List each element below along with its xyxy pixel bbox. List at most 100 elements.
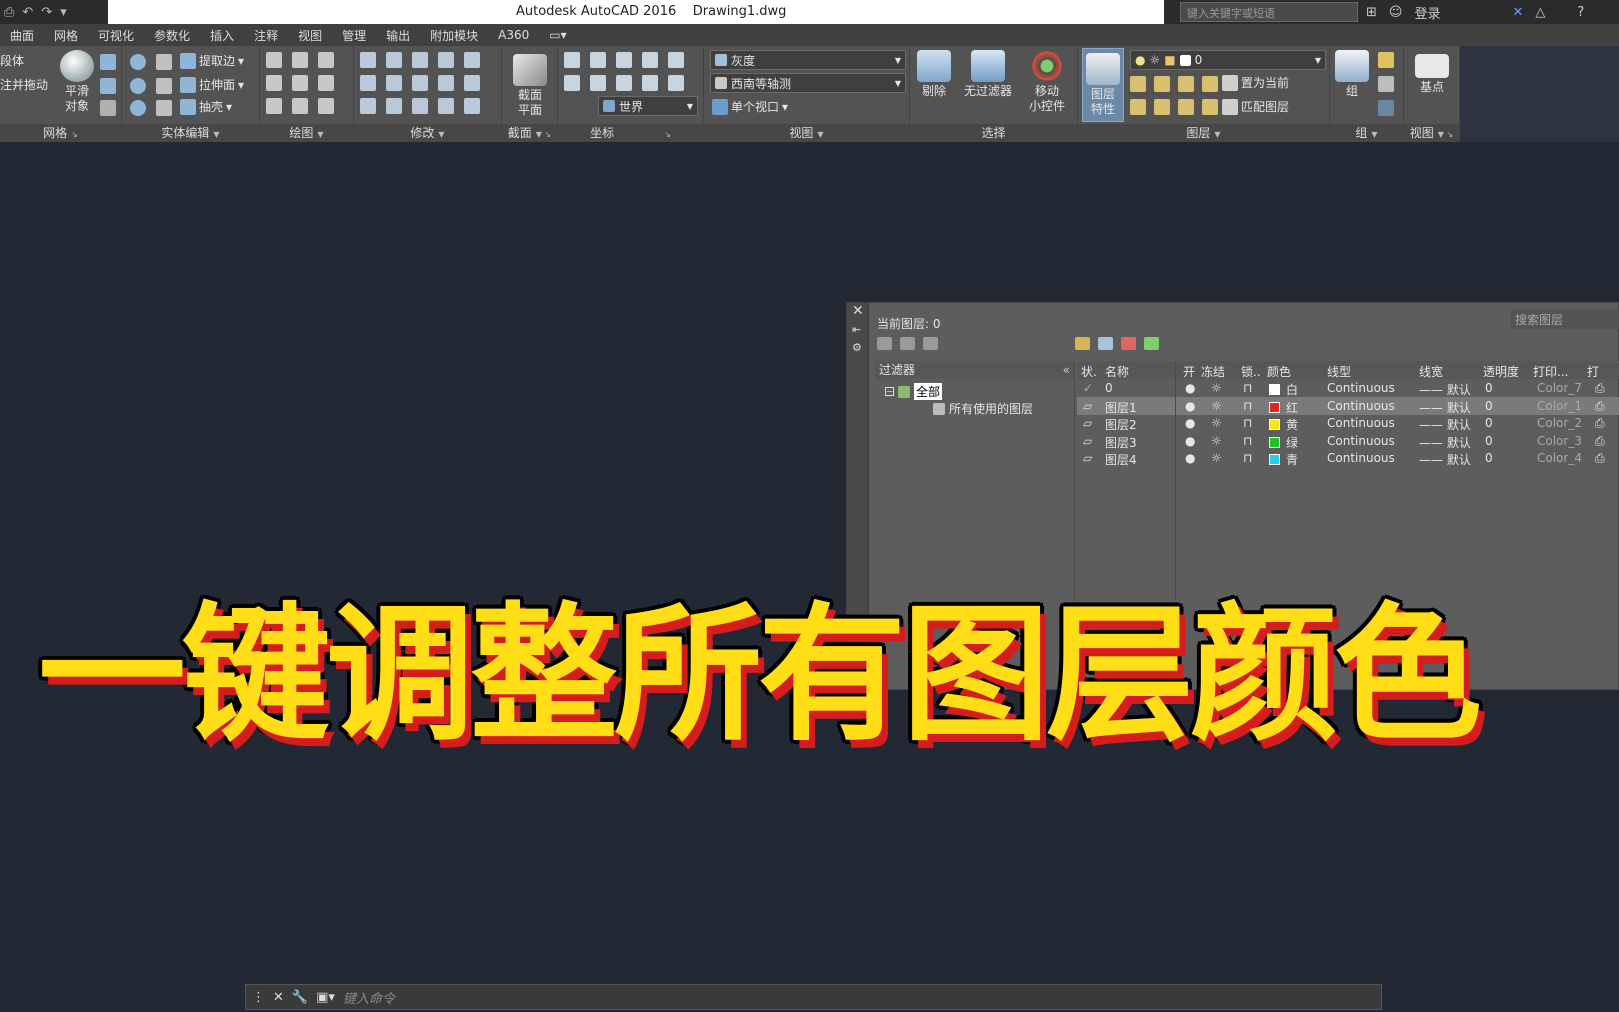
unlock-icon[interactable]: ⊓ xyxy=(1243,399,1252,413)
column-header[interactable]: 名称 xyxy=(1105,363,1129,380)
sun-icon[interactable]: ☼ xyxy=(1211,416,1222,430)
union-icon[interactable] xyxy=(130,54,146,70)
column-header[interactable]: 线型 xyxy=(1327,363,1351,380)
panel-title-view-base[interactable]: 视图 ▼ ↘ xyxy=(1404,124,1459,142)
refine-mesh-icon[interactable] xyxy=(100,100,116,116)
group-select-icon[interactable] xyxy=(1378,100,1394,116)
move-gizmo-button[interactable]: 移动 小控件 xyxy=(1022,50,1072,114)
dropdown-icon[interactable]: ▼ xyxy=(438,130,444,139)
layer-name[interactable]: 图层4 xyxy=(1105,451,1137,468)
smooth-object-button[interactable]: 平滑 对象 xyxy=(58,50,96,114)
section-plane-button[interactable]: 截面 平面 xyxy=(510,54,550,118)
layer-color[interactable]: 白 xyxy=(1269,381,1298,398)
autohide-icon[interactable]: ⇤ xyxy=(852,323,861,336)
layer-color[interactable]: 青 xyxy=(1269,451,1298,468)
layer-name[interactable]: 图层3 xyxy=(1105,434,1137,451)
layer-properties-button[interactable]: 图层 特性 xyxy=(1082,48,1124,122)
dropdown-icon[interactable]: ▼ xyxy=(1371,130,1377,139)
layer-lineweight[interactable]: —— 默认 xyxy=(1419,451,1471,468)
no-filter-button[interactable]: 无过滤器 xyxy=(960,50,1016,99)
close-icon[interactable]: ✕ xyxy=(273,990,284,1005)
panel-title-view[interactable]: 视图 ▼ xyxy=(704,124,909,142)
intersect-icon[interactable] xyxy=(130,100,146,116)
match-layer-button[interactable]: 匹配图层 xyxy=(1222,98,1289,115)
layer-tool-icon[interactable] xyxy=(1154,76,1170,92)
sun-icon[interactable]: ☼ xyxy=(1211,451,1222,465)
layer-lineweight[interactable]: —— 默认 xyxy=(1419,434,1471,451)
layer-lineweight[interactable]: —— 默认 xyxy=(1419,399,1471,416)
modify-tool-icon[interactable] xyxy=(412,98,428,114)
draw-tool-icon[interactable] xyxy=(292,98,308,114)
ribbon-tab[interactable]: 参数化 xyxy=(144,27,200,44)
draw-tool-icon[interactable] xyxy=(266,52,282,68)
panel-title-section[interactable]: 截面 ▼ ↘ xyxy=(502,124,557,142)
column-header[interactable]: 透明度 xyxy=(1483,363,1519,380)
ucs-tool-icon[interactable] xyxy=(590,75,606,91)
ribbon-tab[interactable]: 输出 xyxy=(376,27,420,44)
help-search-input[interactable]: 键入关键字或短语 xyxy=(1180,2,1358,22)
layer-tool-icon[interactable] xyxy=(1130,76,1146,92)
layer-row[interactable]: ▱ 图层3 ● ☼ ⊓ 绿 Continuous —— 默认 0 Color_3 ⎙ xyxy=(1077,432,1619,450)
column-header[interactable]: 颜色 xyxy=(1267,363,1291,380)
modify-tool-icon[interactable] xyxy=(386,75,402,91)
modify-tool-icon[interactable] xyxy=(438,75,454,91)
column-header[interactable]: 冻结 xyxy=(1201,363,1225,380)
delete-layer-icon[interactable] xyxy=(1121,337,1136,350)
qat-menu-icon[interactable]: ▾ xyxy=(60,5,67,20)
bulb-on-icon[interactable]: ● xyxy=(1185,416,1195,430)
base-point-button[interactable]: 基点 xyxy=(1410,54,1454,95)
a360-icon[interactable]: △ xyxy=(1535,5,1545,20)
unlock-icon[interactable]: ⊓ xyxy=(1243,381,1252,395)
modify-tool-icon[interactable] xyxy=(360,75,376,91)
command-prompt-icon[interactable]: ▣▾ xyxy=(316,990,335,1005)
layer-lineweight[interactable]: —— 默认 xyxy=(1419,416,1471,433)
column-header[interactable]: 打印... xyxy=(1533,363,1568,380)
layer-lineweight[interactable]: —— 默认 xyxy=(1419,381,1471,398)
modify-tool-icon[interactable] xyxy=(464,98,480,114)
ucs-tool-icon[interactable] xyxy=(616,75,632,91)
layer-row[interactable]: ▱ 图层4 ● ☼ ⊓ 青 Continuous —— 默认 0 Color_4 ⎙ xyxy=(1077,449,1619,467)
layer-tool-icon[interactable] xyxy=(1130,99,1146,115)
modify-tool-icon[interactable] xyxy=(386,98,402,114)
dropdown-icon[interactable]: ▼ xyxy=(317,130,323,139)
layer-combo[interactable]: ● ☼ ■ 0 ▼ xyxy=(1130,50,1326,70)
modify-tool-icon[interactable] xyxy=(464,52,480,68)
layer-transparency[interactable]: 0 xyxy=(1485,399,1493,413)
thicken-icon[interactable] xyxy=(156,100,172,116)
close-icon[interactable]: ✕ xyxy=(852,303,864,319)
layer-linetype[interactable]: Continuous xyxy=(1327,451,1395,465)
layer-transparency[interactable]: 0 xyxy=(1485,434,1493,448)
layer-transparency[interactable]: 0 xyxy=(1485,416,1493,430)
shell-button[interactable]: 抽壳 ▾ xyxy=(180,98,232,115)
ribbon-tab[interactable]: 注释 xyxy=(244,27,288,44)
column-header[interactable]: 线宽 xyxy=(1419,363,1443,380)
panel-expand-icon[interactable]: ↘ xyxy=(71,130,78,139)
new-property-filter-icon[interactable] xyxy=(877,337,892,350)
panel-title-solid-edit[interactable]: 实体编辑 ▼ xyxy=(122,124,259,142)
draw-tool-icon[interactable] xyxy=(292,52,308,68)
modify-tool-icon[interactable] xyxy=(438,98,454,114)
layer-tool-icon[interactable] xyxy=(1178,99,1194,115)
panel-title-layers[interactable]: 图层 ▼ xyxy=(1078,124,1329,142)
ucs-tool-icon[interactable] xyxy=(590,52,606,68)
panel-title-mesh[interactable]: 网格 ↘ xyxy=(0,124,121,142)
extrude-faces-button[interactable]: 拉伸面 ▾ xyxy=(180,76,244,93)
undo-icon[interactable]: ↶ xyxy=(22,5,33,20)
modify-tool-icon[interactable] xyxy=(386,52,402,68)
panel-title-group[interactable]: 组 ▼ xyxy=(1330,124,1403,142)
new-vp-frozen-layer-icon[interactable] xyxy=(1098,337,1113,350)
drag-handle-icon[interactable]: ⋮ xyxy=(252,990,265,1005)
dropdown-icon[interactable]: ▼ ↘ xyxy=(1438,130,1453,139)
dropdown-icon[interactable]: ▼ xyxy=(213,130,219,139)
dropdown-icon[interactable]: ▼ xyxy=(1214,130,1220,139)
mesh-smooth-more-icon[interactable] xyxy=(100,54,116,70)
group-edit-icon[interactable] xyxy=(1378,76,1394,92)
help-icon[interactable]: ? xyxy=(1577,5,1584,20)
sun-icon[interactable]: ☼ xyxy=(1211,399,1222,413)
draw-tool-icon[interactable] xyxy=(318,98,334,114)
bulb-on-icon[interactable]: ● xyxy=(1185,451,1195,465)
sun-icon[interactable]: ☼ xyxy=(1211,434,1222,448)
viewport-config-button[interactable]: 单个视口 ▾ xyxy=(712,98,788,115)
command-input[interactable]: 键入命令 xyxy=(343,988,395,1007)
ribbon-tab[interactable]: 网格 xyxy=(44,27,88,44)
